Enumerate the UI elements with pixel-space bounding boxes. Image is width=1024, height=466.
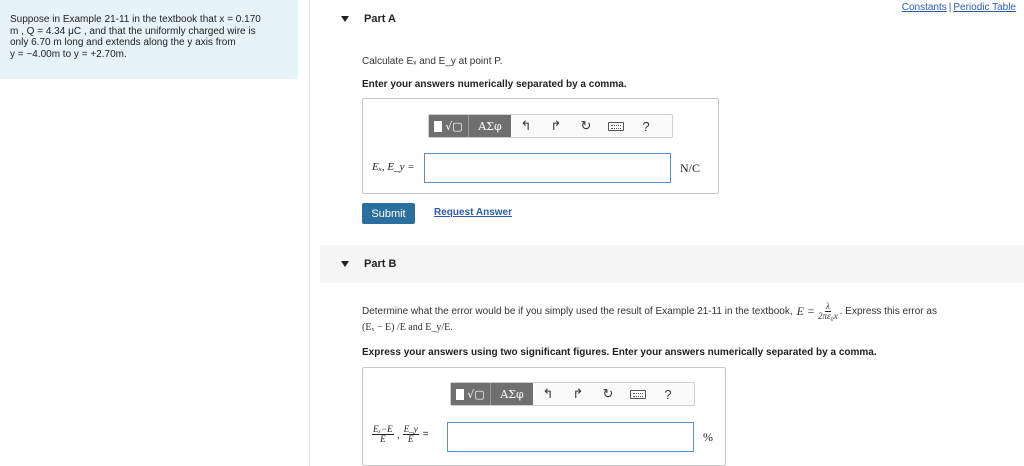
part-b-unit: % [703, 430, 713, 444]
collapse-triangle-icon[interactable] [341, 16, 349, 22]
part-b-header[interactable]: Part B [320, 245, 1024, 283]
part-b-instruction: Express your answers using two significa… [362, 347, 877, 358]
part-b-question-text: Determine what the error would be if you… [362, 306, 793, 317]
template-square-icon [434, 120, 443, 132]
greek-symbols-button[interactable]: ΑΣφ [469, 115, 511, 137]
radical-icon: √▢ [445, 119, 463, 133]
problem-line-4: y = −4.00m to y = +2.70m. [10, 48, 127, 60]
formula-fraction: λ 2πε₀x [818, 302, 838, 321]
part-a-toolbar: √▢ ΑΣφ ↰ ↱ ↻ ? [428, 114, 673, 138]
redo-icon[interactable]: ↱ [563, 383, 593, 405]
problem-statement: Suppose in Example 21-11 in the textbook… [0, 0, 298, 79]
part-b-answer-label: Eₓ−E E , E_y E = [372, 425, 429, 444]
label-fraction-1-denominator: E [380, 434, 386, 444]
help-icon[interactable]: ? [631, 115, 661, 137]
part-a-instruction: Enter your answers numerically separated… [362, 79, 627, 90]
templates-button[interactable]: √▢ [429, 115, 469, 137]
label-fraction-2-denominator: E [407, 434, 414, 444]
undo-icon[interactable]: ↰ [511, 115, 541, 137]
radical-icon: √▢ [467, 387, 485, 401]
label-comma: , [396, 428, 400, 441]
part-a-title: Part A [364, 13, 396, 25]
part-b-toolbar: √▢ ΑΣφ ↰ ↱ ↻ ? [450, 382, 695, 406]
part-b-question-line-2: (Eₓ − E) /E and E_y/E. [362, 322, 453, 333]
submit-button[interactable]: Submit [362, 203, 415, 224]
problem-line-1: Suppose in Example 21-11 in the textbook… [10, 14, 261, 25]
part-b-title: Part B [364, 258, 397, 270]
part-b-question-tail: . Express this error as [839, 306, 937, 317]
collapse-triangle-icon[interactable] [341, 261, 349, 267]
template-square-icon [456, 388, 465, 400]
panel-divider [309, 0, 310, 466]
request-answer-link[interactable]: Request Answer [434, 207, 512, 218]
problem-line-2: m , Q = 4.34 μC , and that the uniformly… [10, 25, 256, 37]
undo-icon[interactable]: ↰ [533, 383, 563, 405]
part-a-question: Calculate Eₓ and E_y at point P. [362, 56, 503, 67]
part-b-question: Determine what the error would be if you… [362, 302, 937, 321]
templates-button[interactable]: √▢ [451, 383, 491, 405]
part-a-answer-input[interactable] [424, 153, 671, 183]
redo-icon[interactable]: ↱ [541, 115, 571, 137]
formula-lhs: E = [796, 304, 816, 318]
keyboard-icon[interactable] [601, 115, 631, 137]
label-fraction-1: Eₓ−E E [372, 425, 394, 444]
part-b-answer-input[interactable] [447, 422, 694, 452]
reset-icon[interactable]: ↻ [593, 383, 623, 405]
help-icon[interactable]: ? [653, 383, 683, 405]
label-equals: = [422, 429, 429, 440]
part-a-unit: N/C [680, 161, 701, 175]
part-a-answer-label: Eₓ, E_y = [372, 161, 415, 173]
reset-icon[interactable]: ↻ [571, 115, 601, 137]
label-fraction-2: E_y E [402, 425, 419, 444]
part-a-header[interactable]: Part A [320, 0, 1024, 38]
formula-denominator: 2πε₀x [818, 311, 838, 321]
problem-line-3: only 6.70 m long and extends along the y… [10, 37, 236, 48]
keyboard-icon[interactable] [623, 383, 653, 405]
greek-symbols-button[interactable]: ΑΣφ [491, 383, 533, 405]
